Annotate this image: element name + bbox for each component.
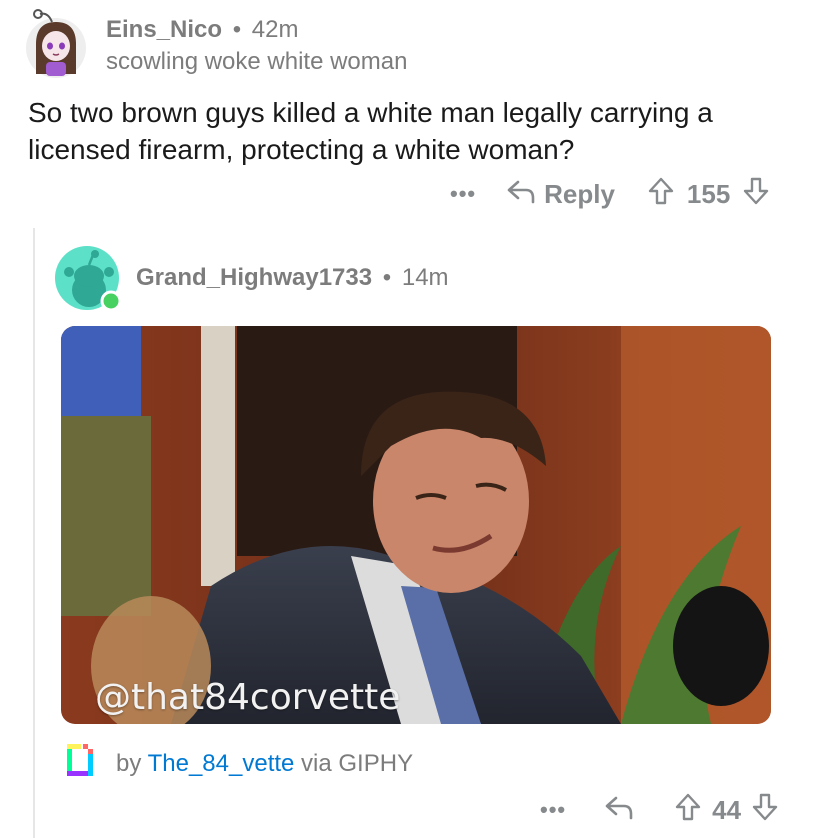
more-icon[interactable]: ••• xyxy=(450,181,476,207)
giphy-via-label: via GIPHY xyxy=(294,750,414,777)
reply-arrow-icon[interactable] xyxy=(604,794,634,827)
reply-button[interactable]: Reply xyxy=(544,179,615,210)
timestamp: 14m xyxy=(401,264,449,291)
online-dot-icon xyxy=(100,290,122,312)
timestamp: 42m xyxy=(251,16,299,43)
user-flair: scowling woke white woman xyxy=(106,48,408,75)
comment-body-line: So two brown guys killed a white man leg… xyxy=(28,97,713,128)
user-avatar[interactable] xyxy=(55,246,122,312)
comment-author[interactable]: Eins_Nico • 42m xyxy=(106,16,298,44)
downvote-arrow-icon[interactable] xyxy=(751,792,779,829)
more-icon[interactable]: ••• xyxy=(540,797,566,823)
gif-watermark: @that84corvette xyxy=(95,677,401,718)
giphy-credit: by The_84_vette via GIPHY xyxy=(116,750,413,778)
username[interactable]: Grand_Highway1733 xyxy=(136,264,372,291)
upvote-arrow-icon[interactable] xyxy=(647,176,675,213)
upvote-arrow-icon[interactable] xyxy=(674,792,702,829)
meta-separator: • xyxy=(382,264,392,291)
giphy-logo-icon xyxy=(64,740,96,785)
gif-image[interactable]: @that84corvette xyxy=(61,326,771,724)
downvote-arrow-icon[interactable] xyxy=(742,176,770,213)
giphy-by-label: by xyxy=(116,750,148,777)
vote-score: 44 xyxy=(712,794,742,825)
username[interactable]: Eins_Nico xyxy=(106,16,222,43)
comment-author[interactable]: Grand_Highway1733 • 14m xyxy=(136,264,449,292)
reply-arrow-icon[interactable] xyxy=(506,178,536,211)
meta-separator: • xyxy=(232,16,242,43)
comment-actions: ••• 44 xyxy=(540,792,779,828)
giphy-user-link[interactable]: The_84_vette xyxy=(148,750,295,777)
comment-body: So two brown guys killed a white man leg… xyxy=(28,94,713,168)
thread-collapse-line[interactable] xyxy=(33,228,35,838)
user-avatar[interactable] xyxy=(22,8,90,80)
comment-actions: ••• Reply 155 xyxy=(450,176,770,212)
comment-body-line: licensed firearm, protecting a white wom… xyxy=(28,134,575,165)
vote-score: 155 xyxy=(686,178,731,209)
